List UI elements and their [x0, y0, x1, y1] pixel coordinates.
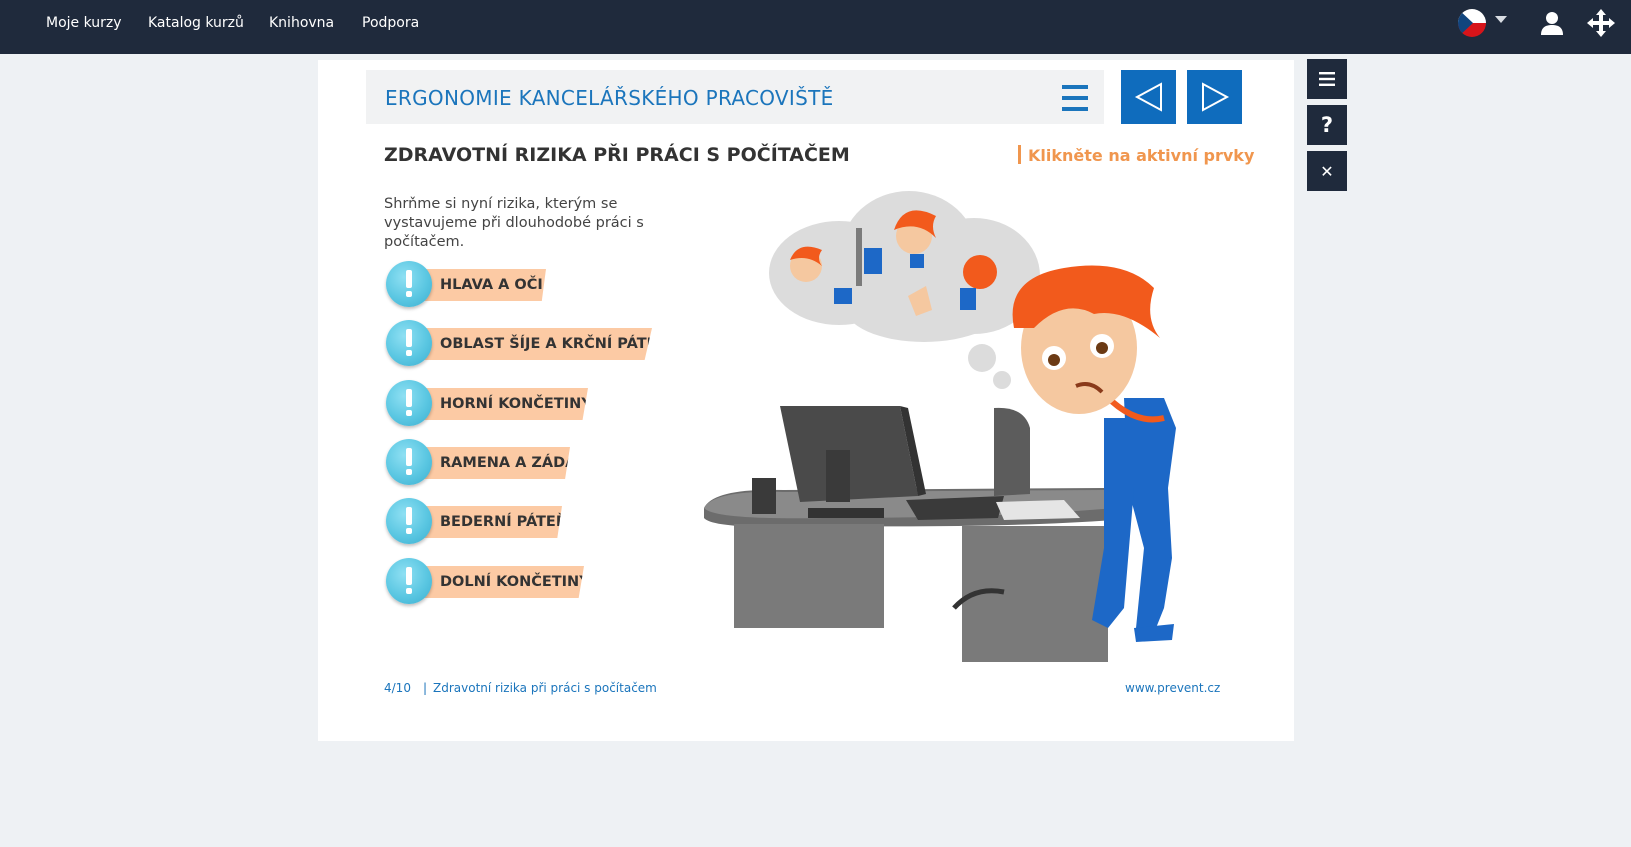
course-header: ERGONOMIE KANCELÁŘSKÉHO PRACOVIŠTĚ — [366, 70, 1104, 124]
intro-text: Shrňme si nyní rizika, kterým se vystavu… — [384, 196, 644, 250]
risk-label: HORNÍ KONČETINY — [440, 396, 592, 412]
footer-pagination: 4/10 | Zdravotní rizika při práci s počíta… — [384, 681, 657, 695]
cz-flag-icon[interactable] — [1458, 9, 1486, 37]
top-navbar: Moje kurzy Katalog kurzů Knihovna Podpor… — [0, 0, 1631, 54]
slide-title: ZDRAVOTNÍ RIZIKA PŘI PRÁCI S POČÍTAČEM — [384, 144, 850, 166]
keyboard — [906, 496, 1004, 520]
section-name: Zdravotní rizika při práci s počítačem — [433, 681, 657, 695]
hint-bar — [1018, 145, 1021, 164]
pen-cup — [752, 478, 776, 514]
close-button[interactable]: ✕ — [1307, 151, 1347, 191]
exclamation-icon — [386, 380, 432, 426]
menu-icon[interactable] — [1062, 85, 1088, 111]
risk-label: BEDERNÍ PÁTEŘ — [440, 514, 567, 530]
sidebar-menu-button[interactable] — [1307, 59, 1347, 99]
exclamation-icon — [386, 498, 432, 544]
exclamation-icon — [386, 558, 432, 604]
previous-slide-button[interactable] — [1121, 70, 1176, 124]
risk-tag: HORNÍ KONČETINY — [406, 388, 588, 420]
nav-my-courses[interactable]: Moje kurzy — [46, 15, 122, 31]
risk-label: DOLNÍ KONČETINY — [440, 574, 590, 590]
triangle-right-icon — [1201, 82, 1229, 112]
separator: | — [422, 681, 427, 695]
instruction-hint: Klikněte na aktivní prvky — [1018, 145, 1254, 165]
page-counter: 4/10 — [384, 681, 411, 695]
user-icon[interactable] — [1539, 10, 1565, 36]
triangle-left-icon — [1134, 82, 1162, 112]
risk-label: RAMENA A ZÁDA — [440, 455, 577, 471]
office-worker-illustration — [704, 191, 1176, 662]
help-button[interactable]: ? — [1307, 105, 1347, 145]
help-icon: ? — [1320, 113, 1334, 137]
exclamation-icon — [386, 261, 432, 307]
close-icon: ✕ — [1320, 161, 1334, 181]
hint-text: Klikněte na aktivní prvky — [1028, 146, 1255, 165]
chevron-down-icon[interactable] — [1495, 16, 1507, 23]
nav-library[interactable]: Knihovna — [269, 15, 334, 31]
course-title: ERGONOMIE KANCELÁŘSKÉHO PRACOVIŠTĚ — [385, 86, 834, 110]
menu-icon — [1319, 72, 1335, 86]
risk-tag: DOLNÍ KONČETINY — [406, 566, 584, 598]
move-icon[interactable] — [1587, 9, 1615, 37]
exclamation-icon — [386, 439, 432, 485]
next-slide-button[interactable] — [1187, 70, 1242, 124]
nav-course-catalog[interactable]: Katalog kurzů — [148, 15, 244, 31]
exclamation-icon — [386, 320, 432, 366]
nav-support[interactable]: Podpora — [362, 15, 419, 31]
website-link[interactable]: www.prevent.cz — [1125, 681, 1220, 695]
risk-label: HLAVA A OČI — [440, 277, 543, 293]
course-slide: ERGONOMIE KANCELÁŘSKÉHO PRACOVIŠTĚ ZDRAV… — [318, 60, 1294, 741]
risk-tag: OBLAST ŠÍJE A KRČNÍ PÁTEŘE — [406, 328, 652, 360]
risk-label: OBLAST ŠÍJE A KRČNÍ PÁTEŘE — [440, 336, 678, 352]
